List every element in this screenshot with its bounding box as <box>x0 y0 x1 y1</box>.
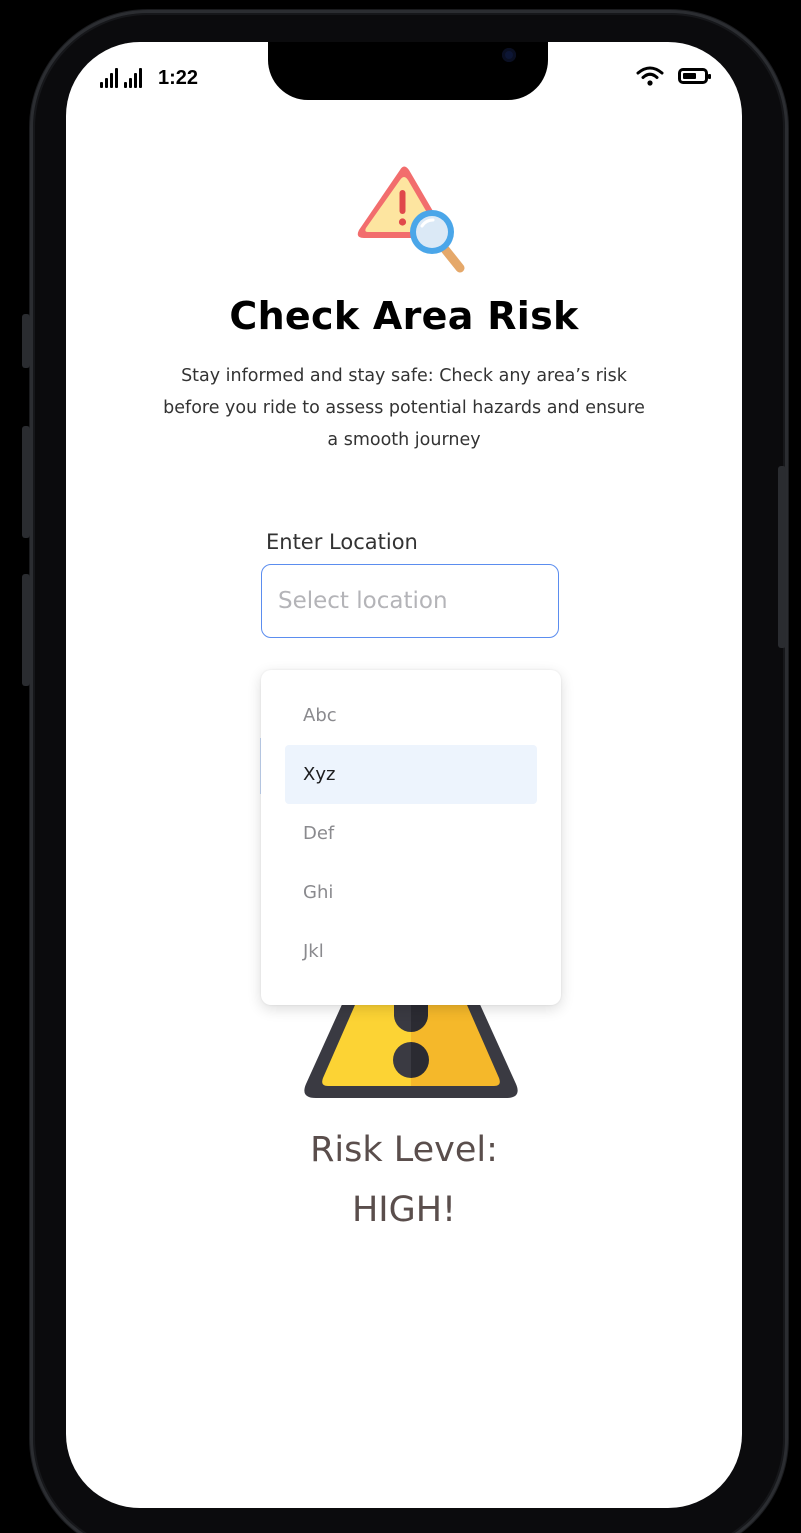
device-mockup: 1:22 Check Area Risk Stay informed and s… <box>0 0 801 1533</box>
status-bar-right <box>636 66 711 86</box>
location-dropdown: Abc Xyz Def Ghi Jkl <box>261 670 561 1005</box>
subtitle-line: a smooth journey <box>327 430 481 450</box>
volume-up-button <box>22 426 30 538</box>
page-title: Check Area Risk <box>229 294 579 338</box>
alert-search-icon <box>357 166 465 273</box>
dropdown-option-xyz[interactable]: Xyz <box>285 745 537 804</box>
dropdown-option-def[interactable]: Def <box>285 804 537 863</box>
subtitle-line: Stay informed and stay safe: Check any a… <box>181 366 627 386</box>
dropdown-option-abc[interactable]: Abc <box>285 686 537 745</box>
power-button <box>778 466 786 648</box>
location-select-input[interactable] <box>261 564 559 638</box>
signal-icon <box>100 68 118 88</box>
mute-switch <box>22 314 30 368</box>
battery-icon <box>678 68 711 84</box>
dropdown-option-ghi[interactable]: Ghi <box>285 863 537 922</box>
location-label: Enter Location <box>266 530 418 554</box>
wifi-icon <box>636 66 664 86</box>
status-bar-left: 1:22 <box>100 68 198 88</box>
risk-level-label: Risk Level: <box>310 1130 498 1170</box>
notch <box>268 42 548 100</box>
signal-icon <box>124 68 142 88</box>
risk-level-value: HIGH! <box>351 1190 457 1230</box>
volume-down-button <box>22 574 30 686</box>
front-camera <box>502 48 516 62</box>
status-time: 1:22 <box>158 67 199 89</box>
battery-level <box>683 73 696 79</box>
screen: 1:22 Check Area Risk Stay informed and s… <box>66 42 742 1508</box>
page-subtitle: Stay informed and stay safe: Check any a… <box>106 360 702 456</box>
dropdown-option-jkl[interactable]: Jkl <box>285 922 537 981</box>
subtitle-line: before you ride to assess potential haza… <box>163 398 645 418</box>
